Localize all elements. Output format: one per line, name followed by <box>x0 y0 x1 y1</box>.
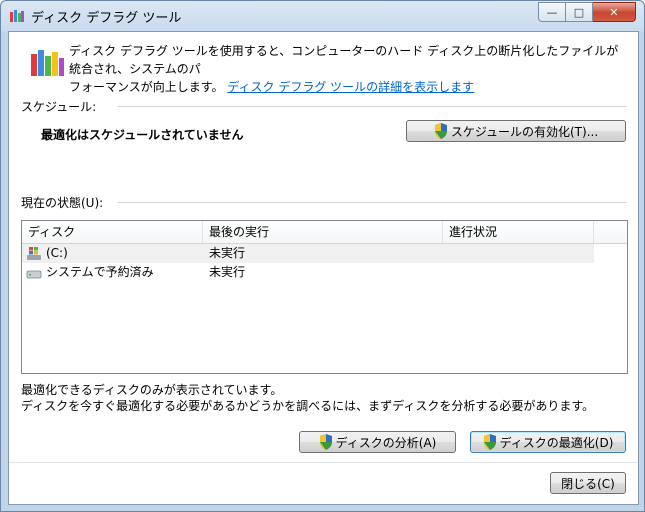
column-disk[interactable]: ディスク <box>22 221 203 243</box>
analyze-disk-label: ディスクの分析(A) <box>335 435 437 450</box>
current-status-label: 現在の状態(U): <box>21 196 104 210</box>
column-progress[interactable]: 進行状況 <box>443 221 594 243</box>
intro-text: ディスク デフラグ ツールを使用すると、コンピューターのハード ディスク上の断片… <box>69 42 629 96</box>
uac-shield-icon <box>319 434 332 450</box>
enable-schedule-label: スケジュールの有効化(T)... <box>450 124 599 139</box>
window-title: ディスク デフラグ ツール <box>31 11 182 26</box>
dialog-body: ディスク デフラグ ツールを使用すると、コンピューターのハード ディスク上の断片… <box>8 31 639 505</box>
defrag-window: ディスク デフラグ ツール — □ ✕ ディスク デフラグ ツールを使用すると、… <box>0 0 645 512</box>
analyze-disk-button[interactable]: ディスクの分析(A) <box>299 431 456 453</box>
maximize-icon: □ <box>573 5 585 19</box>
maximize-button[interactable]: □ <box>566 2 593 22</box>
close-icon: ✕ <box>609 5 619 19</box>
footnote: 最適化できるディスクのみが表示されています。 ディスクを今すぐ最適化する必要があ… <box>21 382 594 414</box>
close-button[interactable]: 閉じる(C) <box>550 472 626 494</box>
intro-line1: ディスク デフラグ ツールを使用すると、コンピューターのハード ディスク上の断片… <box>69 44 619 76</box>
details-link[interactable]: ディスク デフラグ ツールの詳細を表示します <box>227 80 474 94</box>
intro-line2: フォーマンスが向上します。 <box>69 80 224 94</box>
uac-shield-icon <box>483 434 496 450</box>
minimize-icon: — <box>546 5 558 19</box>
defragment-disk-button[interactable]: ディスクの最適化(D) <box>470 431 626 453</box>
defrag-app-icon <box>10 10 24 22</box>
disk-last-run: 未実行 <box>209 265 246 279</box>
uac-shield-icon <box>434 123 447 139</box>
windows-drive-icon <box>27 247 41 260</box>
disk-last-run: 未実行 <box>209 246 246 260</box>
enable-schedule-button[interactable]: スケジュールの有効化(T)... <box>406 120 626 142</box>
disk-row-c[interactable]: (C:) 未実行 <box>22 244 594 263</box>
disk-list[interactable]: ディスク 最後の実行 進行状況 (C:) 未実行 システムで予約済み 未実行 <box>21 220 628 374</box>
footnote-line2: ディスクを今すぐ最適化する必要があるかどうかを調べるには、まずディスクを分析する… <box>21 399 595 413</box>
schedule-status: 最適化はスケジュールされていません <box>41 128 244 142</box>
footnote-line1: 最適化できるディスクのみが表示されています。 <box>21 383 283 397</box>
defragment-disk-label: ディスクの最適化(D) <box>499 435 614 450</box>
caption-buttons: — □ ✕ <box>538 2 636 22</box>
disk-name: システムで予約済み <box>46 265 154 279</box>
title-bar[interactable]: ディスク デフラグ ツール — □ ✕ <box>1 1 644 31</box>
footer-divider <box>9 462 638 463</box>
disk-row-system-reserved[interactable]: システムで予約済み 未実行 <box>22 263 594 282</box>
close-window-button[interactable]: ✕ <box>593 2 636 22</box>
disk-list-header: ディスク 最後の実行 進行状況 <box>22 221 627 244</box>
minimize-button[interactable]: — <box>538 2 566 22</box>
close-button-label: 閉じる(C) <box>561 476 615 491</box>
defrag-icon <box>31 50 64 76</box>
disk-name: (C:) <box>46 246 68 260</box>
schedule-label: スケジュール: <box>21 100 97 114</box>
schedule-divider <box>117 106 627 107</box>
column-last-run[interactable]: 最後の実行 <box>203 221 443 243</box>
hard-drive-icon <box>26 270 42 279</box>
status-divider <box>117 202 627 203</box>
